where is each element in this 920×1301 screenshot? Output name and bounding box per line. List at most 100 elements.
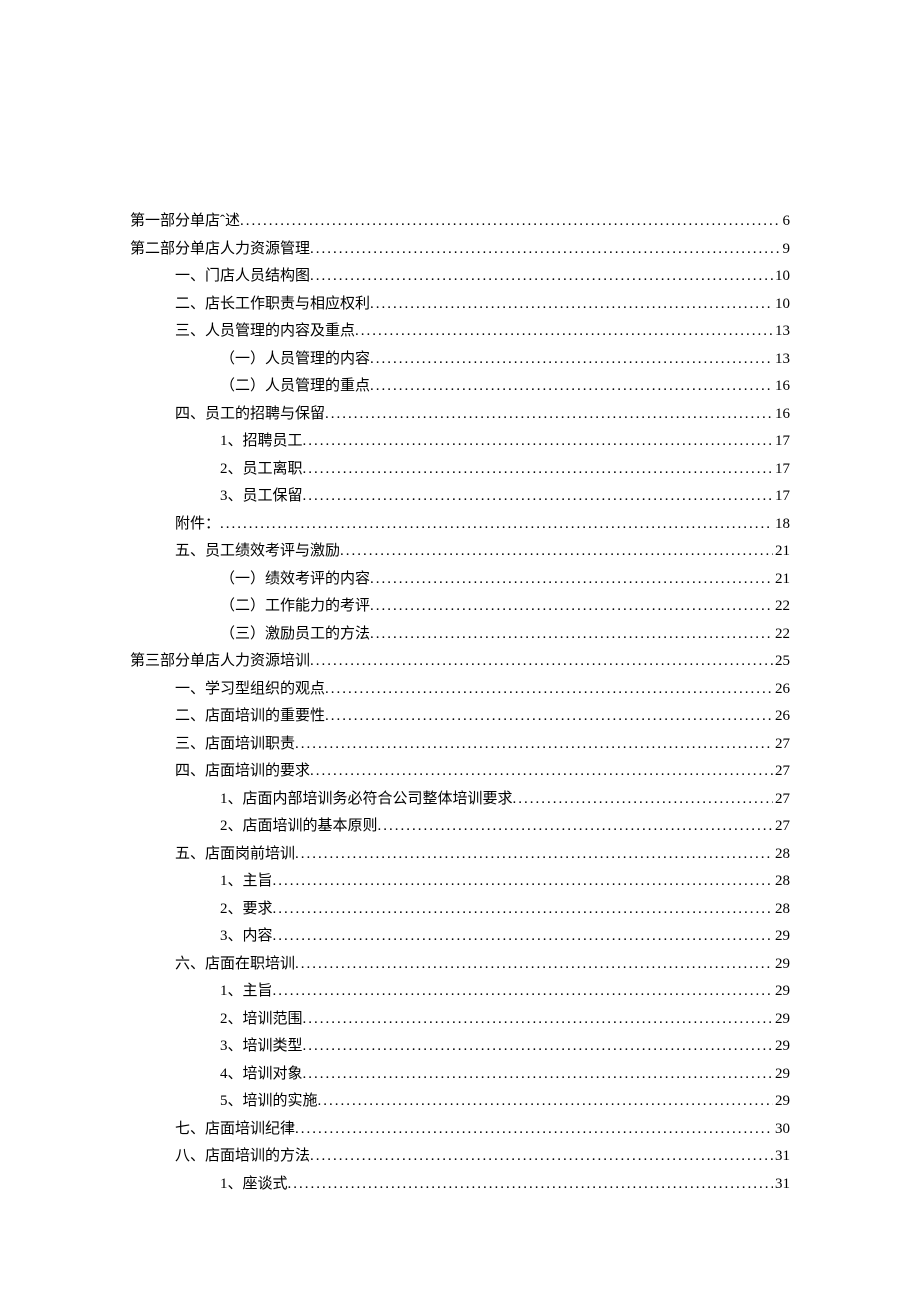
toc-entry-label: 1、座谈式 bbox=[220, 1171, 288, 1199]
toc-entry-label: 四、店面培训的要求 bbox=[175, 758, 310, 786]
toc-entry-label: 八、店面培训的方法 bbox=[175, 1143, 310, 1171]
toc-entry-leader bbox=[288, 1171, 773, 1199]
toc-entry-leader bbox=[303, 456, 773, 484]
toc-entry: （三）激励员工的方法 22 bbox=[130, 621, 790, 649]
toc-entry-leader bbox=[370, 593, 773, 621]
toc-entry-leader bbox=[370, 566, 773, 594]
toc-entry-page: 13 bbox=[773, 346, 790, 374]
toc-entry-leader bbox=[273, 896, 773, 924]
toc-entry-leader bbox=[355, 318, 773, 346]
toc-entry-label: 1、主旨 bbox=[220, 978, 273, 1006]
toc-entry-leader bbox=[273, 923, 773, 951]
toc-entry-leader bbox=[370, 346, 773, 374]
toc-entry-leader bbox=[273, 868, 773, 896]
toc-entry: 五、店面岗前培训28 bbox=[130, 841, 790, 869]
toc-entry-label: 附件： bbox=[175, 511, 220, 539]
toc-entry-leader bbox=[295, 731, 773, 759]
toc-entry: 2、店面培训的基本原则 27 bbox=[130, 813, 790, 841]
toc-entry-page: 27 bbox=[773, 786, 790, 814]
toc-entry-leader bbox=[513, 786, 773, 814]
toc-entry-label: 3、员工保留 bbox=[220, 483, 303, 511]
toc-entry-label: 2、要求 bbox=[220, 896, 273, 924]
toc-entry: 2、员工离职17 bbox=[130, 456, 790, 484]
toc-entry-page: 17 bbox=[773, 428, 790, 456]
toc-entry-page: 31 bbox=[773, 1171, 790, 1199]
toc-entry-page: 9 bbox=[781, 236, 791, 264]
toc-entry: 2、要求 28 bbox=[130, 896, 790, 924]
toc-entry-label: 2、培训范围 bbox=[220, 1006, 303, 1034]
toc-entry-label: 四、员工的招聘与保留 bbox=[175, 401, 325, 429]
toc-entry: 第三部分单店人力资源培训25 bbox=[130, 648, 790, 676]
toc-entry: 第二部分单店人力资源管理9 bbox=[130, 236, 790, 264]
toc-entry-page: 29 bbox=[773, 1033, 790, 1061]
toc-entry-page: 29 bbox=[773, 923, 790, 951]
toc-entry: 1、座谈式 31 bbox=[130, 1171, 790, 1199]
toc-entry-label: （二）工作能力的考评 bbox=[220, 593, 370, 621]
toc-entry: 七、店面培训纪律30 bbox=[130, 1116, 790, 1144]
toc-entry-leader bbox=[310, 1143, 773, 1171]
toc-entry-page: 25 bbox=[773, 648, 790, 676]
toc-entry: 5、培训的实施 29 bbox=[130, 1088, 790, 1116]
toc-entry: 1、主旨28 bbox=[130, 868, 790, 896]
toc-entry-leader bbox=[310, 648, 773, 676]
toc-entry: 附件： 18 bbox=[130, 511, 790, 539]
toc-entry: 1、店面内部培训务必符合公司整体培训要求27 bbox=[130, 786, 790, 814]
toc-entry-leader bbox=[303, 483, 773, 511]
toc-entry-page: 27 bbox=[773, 758, 790, 786]
toc-entry: （一）绩效考评的内容 21 bbox=[130, 566, 790, 594]
toc-entry: 五、员工绩效考评与激励21 bbox=[130, 538, 790, 566]
toc-entry-leader bbox=[325, 401, 773, 429]
toc-entry-label: （二）人员管理的重点 bbox=[220, 373, 370, 401]
toc-entry-page: 29 bbox=[773, 1088, 790, 1116]
toc-entry-leader bbox=[370, 291, 773, 319]
toc-entry-leader bbox=[310, 263, 773, 291]
toc-entry-page: 26 bbox=[773, 703, 790, 731]
toc-entry-label: 5、培训的实施 bbox=[220, 1088, 318, 1116]
toc-entry-label: 一、门店人员结构图 bbox=[175, 263, 310, 291]
toc-entry-leader bbox=[303, 1033, 773, 1061]
toc-entry-label: 三、人员管理的内容及重点 bbox=[175, 318, 355, 346]
toc-entry-leader bbox=[310, 758, 773, 786]
toc-entry: 第一部分单店ˆ述 6 bbox=[130, 208, 790, 236]
toc-entry-leader bbox=[295, 1116, 773, 1144]
toc-entry-label: 2、店面培训的基本原则 bbox=[220, 813, 378, 841]
toc-entry: 三、人员管理的内容及重点13 bbox=[130, 318, 790, 346]
toc-entry-leader bbox=[378, 813, 773, 841]
toc-entry-page: 17 bbox=[773, 456, 790, 484]
toc-entry-page: 28 bbox=[773, 896, 790, 924]
toc-entry-label: 二、店面培训的重要性 bbox=[175, 703, 325, 731]
toc-entry-leader bbox=[370, 621, 773, 649]
toc-entry: 1、主旨29 bbox=[130, 978, 790, 1006]
toc-entry-label: （一）人员管理的内容 bbox=[220, 346, 370, 374]
toc-entry-page: 27 bbox=[773, 813, 790, 841]
toc-entry-page: 18 bbox=[773, 511, 790, 539]
toc-entry-label: 一、学习型组织的观点 bbox=[175, 676, 325, 704]
toc-entry: 八、店面培训的方法31 bbox=[130, 1143, 790, 1171]
toc-entry: 三、店面培训职责27 bbox=[130, 731, 790, 759]
toc-entry-page: 22 bbox=[773, 621, 790, 649]
toc-entry-leader bbox=[273, 978, 773, 1006]
toc-entry: 4、培训对象29 bbox=[130, 1061, 790, 1089]
toc-entry: 四、员工的招聘与保留 16 bbox=[130, 401, 790, 429]
toc-entry: 一、学习型组织的观点26 bbox=[130, 676, 790, 704]
toc-entry-leader bbox=[303, 428, 773, 456]
toc-entry-page: 10 bbox=[773, 291, 790, 319]
toc-entry: 二、店长工作职责与相应权利 10 bbox=[130, 291, 790, 319]
toc-entry-page: 27 bbox=[773, 731, 790, 759]
toc-entry-page: 10 bbox=[773, 263, 790, 291]
toc-entry: 3、培训类型29 bbox=[130, 1033, 790, 1061]
toc-page: 第一部分单店ˆ述6第二部分单店人力资源管理9一、门店人员结构图10二、店长工作职… bbox=[0, 0, 920, 1298]
toc-entry-leader bbox=[295, 841, 773, 869]
toc-entry-leader bbox=[295, 951, 773, 979]
toc-entry-label: 第一部分单店ˆ述 bbox=[130, 208, 240, 236]
toc-entry-label: 六、店面在职培训 bbox=[175, 951, 295, 979]
toc-entry-leader bbox=[318, 1088, 773, 1116]
toc-entry-page: 21 bbox=[773, 566, 790, 594]
toc-entry-page: 28 bbox=[773, 868, 790, 896]
toc-entry-page: 16 bbox=[773, 401, 790, 429]
toc-entry-leader bbox=[340, 538, 773, 566]
toc-entry-page: 29 bbox=[773, 1061, 790, 1089]
toc-entry: 3、员工保留17 bbox=[130, 483, 790, 511]
toc-entry-label: 二、店长工作职责与相应权利 bbox=[175, 291, 370, 319]
toc-entry-page: 6 bbox=[781, 208, 791, 236]
